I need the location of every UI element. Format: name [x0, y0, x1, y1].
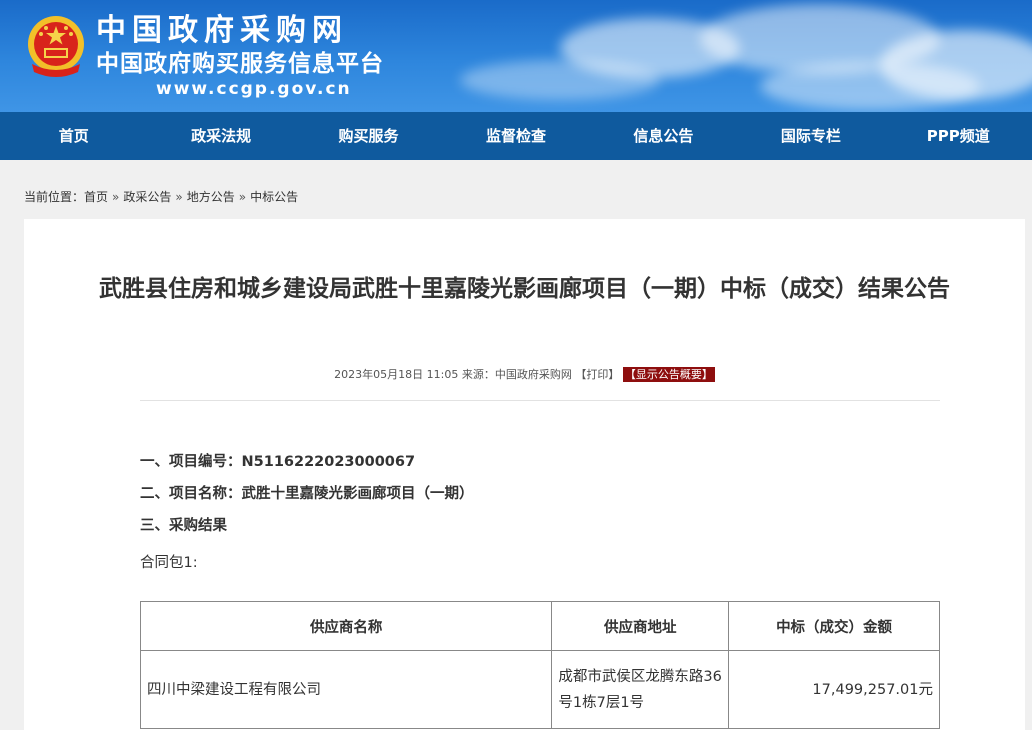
article-meta: 2023年05月18日 11:05 来源：中国政府采购网 【打印】 【显示公告概… [24, 367, 1025, 383]
breadcrumb-separator: » [175, 190, 183, 204]
breadcrumb-separator: » [112, 190, 120, 204]
section-heading-result: 三、采购结果 [140, 518, 227, 534]
site-name: 中国政府采购网 [96, 13, 348, 48]
supplier-name-cell: 四川中梁建设工程有限公司 [139, 650, 553, 729]
main-nav: 首页 政采法规 购买服务 监督检查 信息公告 国际专栏 PPP频道 [0, 112, 1032, 160]
breadcrumb-separator: » [238, 190, 247, 204]
show-summary-button[interactable]: 【显示公告概要】 [622, 367, 715, 382]
nav-item-supervision[interactable]: 监督检查 [442, 112, 589, 160]
national-emblem-icon[interactable] [24, 14, 88, 80]
nav-item-international[interactable]: 国际专栏 [737, 112, 884, 160]
column-header-supplier-address: 供应商地址 [551, 601, 730, 651]
article-source: 来源：中国政府采购网 [461, 368, 572, 381]
site-url: www.ccgp.gov.cn [156, 79, 352, 99]
breadcrumb-item-award[interactable]: 中标公告 [250, 190, 298, 204]
breadcrumb-item-local[interactable]: 地方公告 [187, 190, 235, 204]
nav-item-announcements[interactable]: 信息公告 [590, 112, 737, 160]
publish-datetime: 2023年05月18日 11:05 [334, 368, 459, 381]
project-number: 一、项目编号：N5116222023000067 [140, 454, 416, 470]
cloud-decoration [760, 62, 980, 110]
award-result-table: 供应商名称 供应商地址 中标（成交）金额 四川中梁建设工程有限公司 成都市武侯区… [139, 601, 940, 729]
divider [140, 400, 940, 401]
nav-item-home[interactable]: 首页 [0, 112, 147, 160]
print-link[interactable]: 【打印】 [575, 368, 619, 381]
award-amount-cell: 17,499,257.01元 [728, 650, 940, 729]
site-header: 中国政府采购网 中国政府购买服务信息平台 www.ccgp.gov.cn [0, 0, 1032, 112]
breadcrumb-item-home[interactable]: 首页 [84, 190, 108, 204]
column-header-supplier-name: 供应商名称 [139, 601, 553, 651]
table-header-row: 供应商名称 供应商地址 中标（成交）金额 [139, 601, 940, 651]
project-name: 二、项目名称：武胜十里嘉陵光影画廊项目（一期） [140, 486, 474, 502]
breadcrumb-prefix: 当前位置： [24, 190, 85, 204]
cloud-decoration [460, 60, 660, 100]
article-panel: 武胜县住房和城乡建设局武胜十里嘉陵光影画廊项目（一期）中标（成交）结果公告 20… [24, 219, 1025, 730]
nav-item-ppp[interactable]: PPP频道 [885, 112, 1032, 160]
site-subtitle: 中国政府购买服务信息平台 [96, 51, 384, 77]
contract-package-label: 合同包1: [140, 555, 198, 571]
nav-item-purchase-services[interactable]: 购买服务 [295, 112, 442, 160]
nav-item-regulations[interactable]: 政采法规 [147, 112, 294, 160]
breadcrumb: 当前位置：首页» 政采公告» 地方公告» 中标公告 [24, 188, 298, 206]
breadcrumb-item-procurement[interactable]: 政采公告 [123, 190, 171, 204]
supplier-address-cell: 成都市武侯区龙腾东路36号1栋7层1号 [551, 650, 730, 729]
page-title: 武胜县住房和城乡建设局武胜十里嘉陵光影画廊项目（一期）中标（成交）结果公告 [99, 276, 950, 302]
column-header-amount: 中标（成交）金额 [728, 601, 940, 651]
table-row: 四川中梁建设工程有限公司 成都市武侯区龙腾东路36号1栋7层1号 17,499,… [139, 650, 940, 729]
